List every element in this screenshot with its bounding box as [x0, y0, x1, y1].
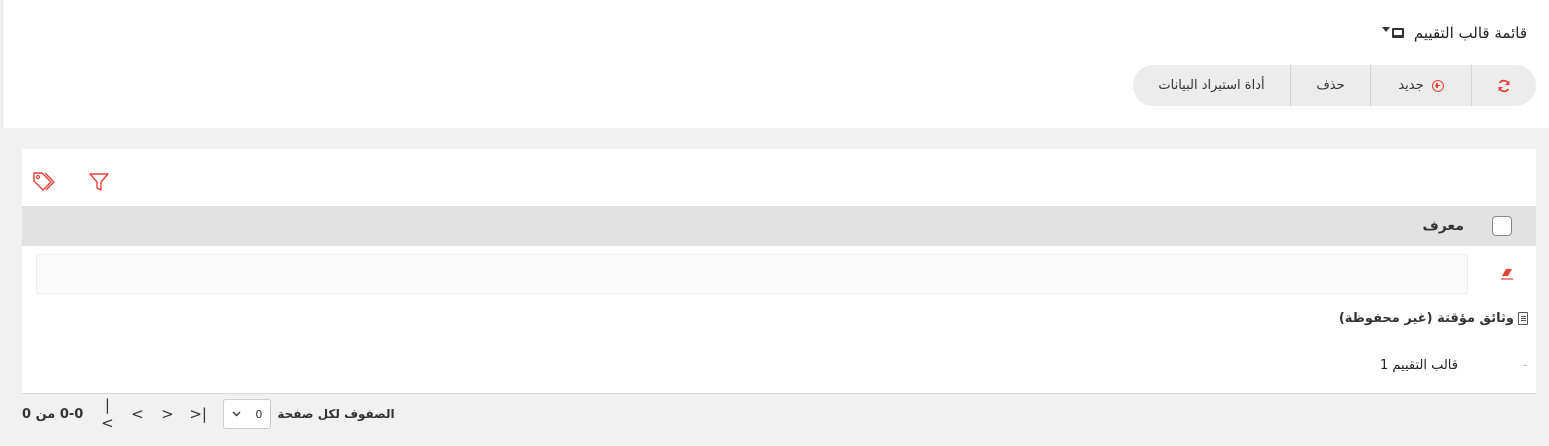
temporary-docs-group: وثائق مؤقتة (غير محفوظة): [1339, 311, 1528, 326]
screen-dropdown-icon[interactable]: [1376, 26, 1404, 40]
page-title-area: قائمة قالب التقييم: [1376, 24, 1527, 42]
previous-page-icon[interactable]: <: [129, 405, 145, 423]
delete-button[interactable]: حذف: [1290, 65, 1370, 106]
screen-icon: [1391, 28, 1404, 38]
clear-filter-button[interactable]: [1483, 254, 1531, 294]
delete-button-label: حذف: [1316, 78, 1345, 93]
select-all-checkbox[interactable]: [1492, 216, 1512, 236]
refresh-icon: [1498, 79, 1510, 92]
new-button-label: جديد: [1398, 78, 1424, 93]
add-circle-icon: [1431, 79, 1444, 92]
table-row[interactable]: - قالب التقييم 1: [22, 338, 1536, 394]
column-header-id[interactable]: معرف: [1422, 218, 1464, 234]
chevron-down-icon: [232, 411, 241, 417]
toolbar: جديد حذف أداة استيراد البيانات: [1133, 65, 1536, 106]
pagination-bar: 0-0 من 0 |< < > >| 0 الصفوف لكل صفحة: [22, 396, 1536, 432]
pagination-nav: |< < > >|: [99, 396, 207, 432]
last-page-icon[interactable]: >|: [189, 405, 207, 423]
id-filter-input[interactable]: [36, 254, 1468, 294]
rows-per-page-label: الصفوف لكل صفحة: [277, 407, 395, 421]
tags-icon[interactable]: [32, 171, 58, 193]
caret-down-icon: [1381, 26, 1390, 32]
import-tool-button[interactable]: أداة استيراد البيانات: [1133, 65, 1290, 106]
pagination-info: 0-0 من 0: [22, 406, 84, 422]
row-label[interactable]: قالب التقييم 1: [1380, 358, 1458, 373]
filter-icon[interactable]: [88, 171, 110, 193]
import-tool-label: أداة استيراد البيانات: [1158, 78, 1265, 93]
next-page-icon[interactable]: >: [159, 405, 175, 423]
filter-row: [22, 252, 1536, 294]
rows-per-page-value: 0: [255, 407, 263, 421]
first-page-icon[interactable]: |<: [99, 396, 115, 432]
table-header: معرف: [22, 206, 1536, 246]
refresh-button[interactable]: [1471, 65, 1536, 106]
row-dash: -: [1523, 358, 1528, 373]
document-icon: [1518, 312, 1528, 325]
eraser-icon: [1501, 269, 1513, 280]
top-panel: قائمة قالب التقييم جديد حذف أداة استيراد…: [2, 0, 1549, 128]
rows-per-page-select[interactable]: 0: [223, 399, 272, 429]
table-tools: [32, 171, 110, 193]
list-card: معرف وثائق مؤقتة (غير محفوظة) - قالب الت…: [22, 149, 1536, 394]
page-title: قائمة قالب التقييم: [1413, 24, 1527, 42]
new-button[interactable]: جديد: [1370, 65, 1471, 106]
group-title-text: وثائق مؤقتة (غير محفوظة): [1338, 311, 1514, 326]
